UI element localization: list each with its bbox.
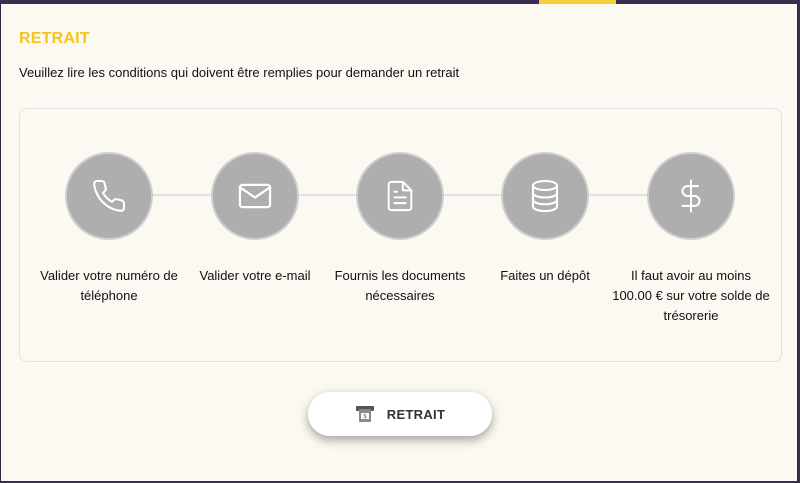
atm-withdraw-icon: $ bbox=[355, 406, 374, 422]
database-icon bbox=[531, 179, 559, 213]
step-label-phone: Valider votre numéro de téléphone bbox=[40, 268, 178, 303]
step-label-documents: Fournis les documents nécessaires bbox=[334, 268, 466, 303]
step-deposit bbox=[501, 152, 589, 240]
phone-icon bbox=[93, 179, 126, 212]
step-label-deposit: Faites un dépôt bbox=[500, 268, 590, 283]
page-subtitle: Veuillez lire les conditions qui doivent… bbox=[19, 65, 460, 80]
step-label-email: Valider votre e-mail bbox=[199, 268, 311, 283]
step-documents bbox=[356, 152, 444, 240]
withdraw-button-label: RETRAIT bbox=[386, 406, 446, 422]
step-connector bbox=[152, 194, 214, 196]
step-label-balance: Il faut avoir au moins 100.00 € sur votr… bbox=[612, 268, 770, 323]
mail-icon bbox=[238, 183, 272, 209]
step-balance bbox=[647, 152, 735, 240]
step-email bbox=[211, 152, 299, 240]
step-connector bbox=[588, 194, 650, 196]
step-connector bbox=[442, 194, 504, 196]
svg-text:$: $ bbox=[363, 414, 366, 420]
step-connector bbox=[297, 194, 359, 196]
withdraw-button[interactable]: $ RETRAIT bbox=[308, 392, 492, 436]
document-icon bbox=[387, 180, 413, 212]
dollar-icon bbox=[681, 179, 701, 213]
step-phone bbox=[65, 152, 153, 240]
page-title: RETRAIT bbox=[19, 30, 90, 47]
